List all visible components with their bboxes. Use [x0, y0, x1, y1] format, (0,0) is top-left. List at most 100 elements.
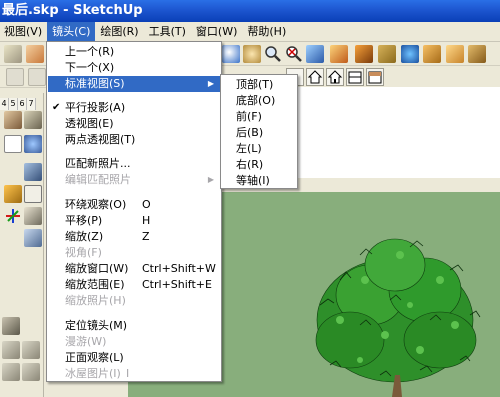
menu-item-standard-views[interactable]: 标准视图(S) ▶: [48, 76, 220, 92]
menu-item-next[interactable]: 下一个(X): [48, 60, 220, 76]
share-model-icon[interactable]: [423, 45, 441, 63]
menu-window[interactable]: 窗口(W): [191, 22, 242, 41]
menu-item-orbit[interactable]: 环绕观察(O) O: [48, 197, 220, 213]
tool-icon[interactable]: [24, 207, 42, 225]
tool-icon[interactable]: [2, 341, 20, 359]
menu-item-zoom-photo[interactable]: 缩放照片(H): [48, 293, 220, 309]
menu-item-shortcut: O: [142, 198, 151, 211]
menu-item-label: 匹配新照片...: [65, 157, 131, 170]
menu-item-label: 上一个(R): [65, 45, 115, 58]
menu-item-label: 下一个(X): [65, 61, 115, 74]
orbit-icon[interactable]: [222, 45, 240, 63]
layer-number[interactable]: 5: [9, 98, 18, 110]
tool-icon[interactable]: [4, 135, 22, 153]
tool-icon[interactable]: [4, 185, 22, 203]
menu-item-parallel-projection[interactable]: ✔ 平行投影(A): [48, 100, 220, 116]
layer-number[interactable]: 4: [0, 98, 9, 110]
tree-model[interactable]: [300, 225, 495, 397]
layer-number[interactable]: 6: [18, 98, 27, 110]
menu-separator: [50, 152, 218, 153]
window-title: 最后.skp - SketchUp: [2, 3, 143, 18]
menu-item-label: 定位镜头(M): [65, 319, 128, 332]
zoom-extents-icon[interactable]: [285, 45, 303, 63]
right-view-icon[interactable]: [346, 68, 364, 86]
menu-item-igloo-image[interactable]: 冰屋图片(I) I: [48, 366, 220, 382]
menu-item-label: 平移(P): [65, 214, 103, 227]
menu-item-label: 编辑匹配照片: [65, 173, 131, 186]
submenu-item-top[interactable]: 顶部(T): [222, 77, 296, 93]
menu-item-pan[interactable]: 平移(P) H: [48, 213, 220, 229]
select-tool-icon[interactable]: [4, 45, 22, 63]
paste-icon[interactable]: [6, 68, 24, 86]
submenu-item-right[interactable]: 右(R): [222, 157, 296, 173]
menu-draw[interactable]: 绘图(R): [95, 22, 143, 41]
layer-number-strip: 4 5 6 7: [0, 98, 46, 110]
menu-item-label: 透视图(E): [65, 117, 114, 130]
check-icon: ✔: [52, 102, 61, 113]
menu-item-two-point-perspective[interactable]: 两点透视图(T): [48, 132, 220, 148]
submenu-item-iso[interactable]: 等轴(I): [222, 173, 296, 189]
zoom-icon[interactable]: [264, 45, 282, 63]
menu-item-zoom[interactable]: 缩放(Z) Z: [48, 229, 220, 245]
standard-views-submenu: 顶部(T) 底部(O) 前(F) 后(B) 左(L) 右(R) 等轴(I): [220, 74, 298, 189]
menu-item-edit-matched-photo[interactable]: 编辑匹配照片 ▶: [48, 172, 220, 188]
menu-item-label: 平行投影(A): [65, 101, 126, 114]
menu-item-shortcut: Z: [142, 230, 150, 243]
tool-icon[interactable]: [24, 185, 42, 203]
menu-item-label: 两点透视图(T): [65, 133, 136, 146]
menu-item-look-around[interactable]: 正面观察(L): [48, 350, 220, 366]
tool-icon[interactable]: [2, 317, 20, 335]
component-icon[interactable]: [446, 45, 464, 63]
menu-item-shortcut: Ctrl+Shift+E: [142, 278, 212, 291]
tool-icon[interactable]: [4, 111, 22, 129]
submenu-item-left[interactable]: 左(L): [222, 141, 296, 157]
tool-icon[interactable]: [22, 363, 40, 381]
menu-item-label: 缩放范围(E): [65, 278, 125, 291]
look-around-icon[interactable]: [355, 45, 373, 63]
menu-help[interactable]: 帮助(H): [242, 22, 291, 41]
menu-view[interactable]: 视图(V): [0, 22, 47, 41]
pan-icon[interactable]: [243, 45, 261, 63]
front-view-icon[interactable]: [326, 68, 344, 86]
submenu-item-front[interactable]: 前(F): [222, 109, 296, 125]
walk-icon[interactable]: [330, 45, 348, 63]
menu-item-shortcut: I: [126, 367, 130, 380]
menu-item-zoom-window[interactable]: 缩放窗口(W) Ctrl+Shift+W: [48, 261, 220, 277]
menu-separator: [50, 313, 218, 314]
extension-icon[interactable]: [468, 45, 486, 63]
back-view-icon[interactable]: [366, 68, 384, 86]
tool-icon[interactable]: [2, 363, 20, 381]
axes-icon[interactable]: [4, 207, 22, 225]
section-plane-icon[interactable]: [378, 45, 396, 63]
menu-bar: 视图(V) 镜头(C) 绘图(R) 工具(T) 窗口(W) 帮助(H): [0, 22, 500, 42]
menu-tools[interactable]: 工具(T): [144, 22, 191, 41]
tool-icon[interactable]: [24, 163, 42, 181]
menu-item-perspective[interactable]: 透视图(E): [48, 116, 220, 132]
submenu-item-bottom[interactable]: 底部(O): [222, 93, 296, 109]
menu-item-zoom-extents[interactable]: 缩放范围(E) Ctrl+Shift+E: [48, 277, 220, 293]
tool-icon[interactable]: [24, 135, 42, 153]
menu-separator: [50, 193, 218, 194]
menu-item-walk[interactable]: 漫游(W): [48, 334, 220, 350]
position-camera-icon[interactable]: [306, 45, 324, 63]
top-view-icon[interactable]: [306, 68, 324, 86]
menu-item-position-camera[interactable]: 定位镜头(M): [48, 318, 220, 334]
submenu-arrow-icon: ▶: [207, 175, 214, 184]
menu-separator: [50, 97, 218, 98]
tool-icon[interactable]: [24, 229, 42, 247]
menu-camera[interactable]: 镜头(C): [47, 22, 96, 41]
get-models-icon[interactable]: [401, 45, 419, 63]
menu-item-label: 缩放窗口(W): [65, 262, 129, 275]
menu-item-match-new-photo[interactable]: 匹配新照片...: [48, 156, 220, 172]
tool-icon[interactable]: [22, 341, 40, 359]
tool-icon[interactable]: [24, 111, 42, 129]
layer-number[interactable]: 7: [27, 98, 36, 110]
submenu-arrow-icon: ▶: [207, 79, 214, 88]
copy-icon[interactable]: [28, 68, 46, 86]
menu-item-previous[interactable]: 上一个(R): [48, 44, 220, 60]
menu-item-label: 缩放照片(H): [65, 294, 126, 307]
menu-item-label: 视角(F): [65, 246, 102, 259]
menu-item-field-of-view[interactable]: 视角(F): [48, 245, 220, 261]
eraser-tool-icon[interactable]: [26, 45, 44, 63]
submenu-item-back[interactable]: 后(B): [222, 125, 296, 141]
